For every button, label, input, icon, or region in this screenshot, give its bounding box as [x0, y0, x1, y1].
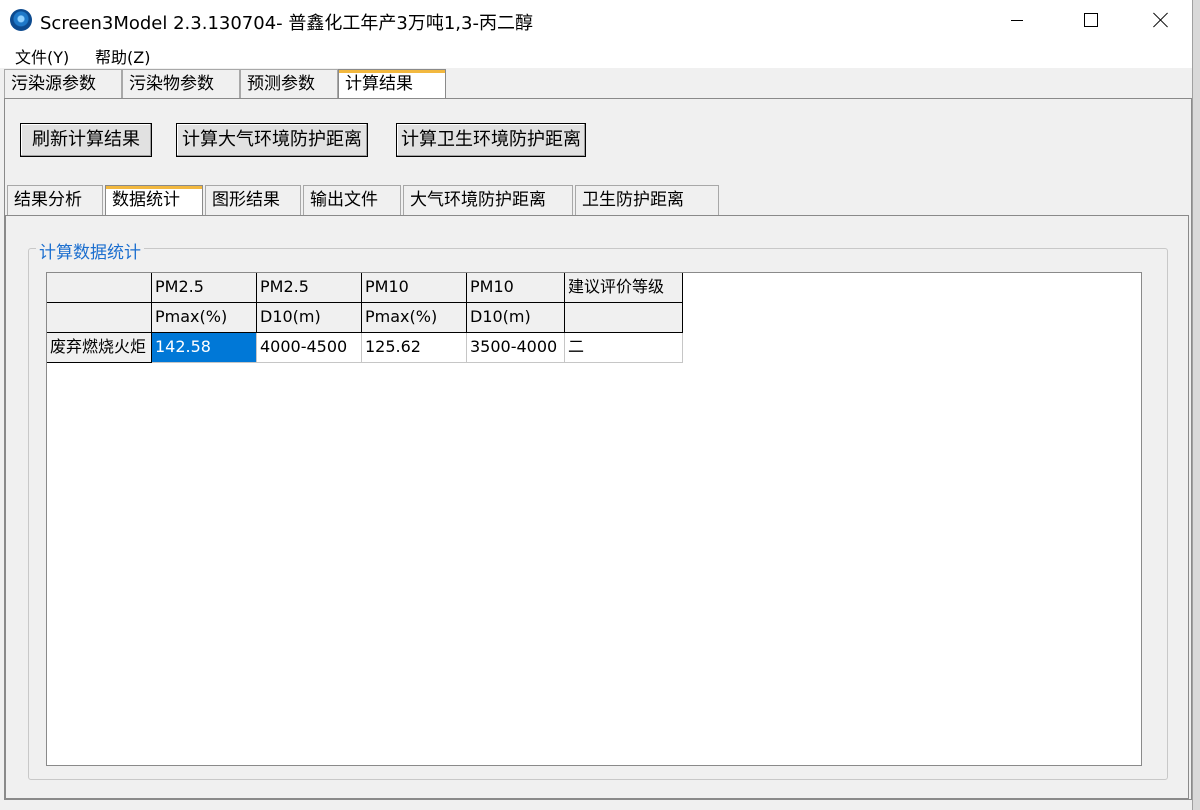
calc-health-distance-button[interactable]: 计算卫生环境防护距离 [396, 123, 586, 157]
grid-header-cell: D10(m) [257, 303, 362, 333]
subtab-air-protection-distance[interactable]: 大气环境防护距离 [403, 185, 573, 215]
menu-help[interactable]: 帮助(Z) [95, 44, 150, 68]
subtab-graph-results[interactable]: 图形结果 [205, 185, 301, 215]
calc-results-panel: 刷新计算结果 计算大气环境防护距离 计算卫生环境防护距离 结果分析 数据统计 图… [4, 98, 1192, 800]
subtab-health-protection-distance[interactable]: 卫生防护距离 [575, 185, 719, 215]
grid-header-cell: PM10 [362, 273, 467, 303]
menu-file[interactable]: 文件(Y) [15, 44, 69, 68]
statistics-grid[interactable]: PM2.5 PM2.5 PM10 PM10 建议评价等级 Pmax(%) D10… [46, 272, 1142, 766]
subtab-output-files[interactable]: 输出文件 [303, 185, 401, 215]
calc-air-distance-button[interactable]: 计算大气环境防护距离 [176, 123, 368, 157]
grid-cell-pm10-d10[interactable]: 3500-4000 [467, 333, 565, 363]
close-button[interactable] [1126, 0, 1196, 40]
window-title: Screen3Model 2.3.130704- 普鑫化工年产3万吨1,3-丙二… [40, 13, 533, 34]
subtab-result-analysis[interactable]: 结果分析 [7, 185, 103, 215]
grid-header-cell: Pmax(%) [362, 303, 467, 333]
groupbox-title: 计算数据统计 [36, 238, 144, 263]
maximize-button[interactable] [1056, 0, 1126, 40]
title-bar: Screen3Model 2.3.130704- 普鑫化工年产3万吨1,3-丙二… [0, 0, 1192, 40]
grid-header-cell [565, 303, 683, 333]
grid-header-cell: PM10 [467, 273, 565, 303]
grid-header-cell [47, 303, 152, 333]
grid-cell-pm25-d10[interactable]: 4000-4500 [257, 333, 362, 363]
grid-header-cell: Pmax(%) [152, 303, 257, 333]
background-window-edge [1192, 0, 1200, 810]
app-window: Screen3Model 2.3.130704- 普鑫化工年产3万吨1,3-丙二… [0, 0, 1192, 810]
grid-header-cell: PM2.5 [257, 273, 362, 303]
grid-header-cell: PM2.5 [152, 273, 257, 303]
refresh-results-button[interactable]: 刷新计算结果 [20, 123, 152, 157]
minimize-icon [1011, 19, 1023, 21]
minimize-button[interactable] [982, 0, 1052, 40]
app-logo-icon [10, 9, 32, 31]
tab-calc-results[interactable]: 计算结果 [338, 69, 446, 99]
grid-corner [47, 273, 152, 303]
data-statistics-panel: 计算数据统计 PM2.5 PM2.5 PM10 PM10 建议评价等级 Pmax… [5, 215, 1189, 799]
tab-pollution-source[interactable]: 污染源参数 [4, 69, 122, 99]
close-icon [1153, 12, 1169, 28]
grid-cell-grade[interactable]: 二 [565, 333, 683, 363]
grid-cell-pm25-pmax[interactable]: 142.58 [152, 333, 257, 363]
tab-prediction[interactable]: 预测参数 [240, 69, 338, 99]
menu-bar: 文件(Y) 帮助(Z) [0, 40, 1192, 68]
grid-header-cell: D10(m) [467, 303, 565, 333]
tab-pollutant[interactable]: 污染物参数 [122, 69, 240, 99]
maximize-icon [1084, 13, 1098, 27]
subtab-data-statistics[interactable]: 数据统计 [105, 185, 203, 215]
grid-header-cell: 建议评价等级 [565, 273, 683, 303]
grid-cell-pm10-pmax[interactable]: 125.62 [362, 333, 467, 363]
grid-row-header[interactable]: 废弃燃烧火炬 [47, 333, 152, 363]
client-area: 污染源参数 污染物参数 预测参数 计算结果 刷新计算结果 计算大气环境防护距离 … [0, 68, 1192, 810]
